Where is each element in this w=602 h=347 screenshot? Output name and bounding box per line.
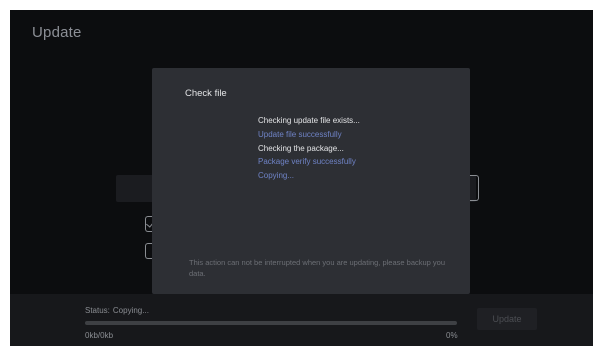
status-label: Status:: [85, 306, 110, 315]
progress-bar: [85, 321, 457, 325]
log-line: Checking the package...: [258, 143, 344, 153]
check-log: Checking update file exists... Update fi…: [258, 114, 360, 183]
interrupt-warning: This action can not be interrupted when …: [189, 258, 446, 278]
log-line: Checking update file exists...: [258, 116, 360, 125]
dialog-title: Check file: [185, 88, 227, 99]
log-line: Copying...: [258, 171, 295, 181]
update-screen: Update Status: Copying... 0kb/0kb 0% Upda…: [10, 10, 593, 346]
status-bar: Status: Copying... 0kb/0kb 0% Update: [10, 294, 593, 346]
log-line: Package verify successfully: [258, 157, 356, 167]
update-button[interactable]: Update: [477, 308, 537, 330]
check-file-dialog: Check file Checking update file exists..…: [152, 68, 470, 294]
transfer-size: 0kb/0kb: [85, 331, 114, 340]
status-value: Copying...: [112, 306, 149, 315]
log-line: Update file successfully: [258, 129, 342, 139]
progress-percent: 0%: [446, 331, 458, 340]
status-row: Status: Copying...: [85, 306, 149, 315]
page-title: Update: [32, 24, 82, 41]
